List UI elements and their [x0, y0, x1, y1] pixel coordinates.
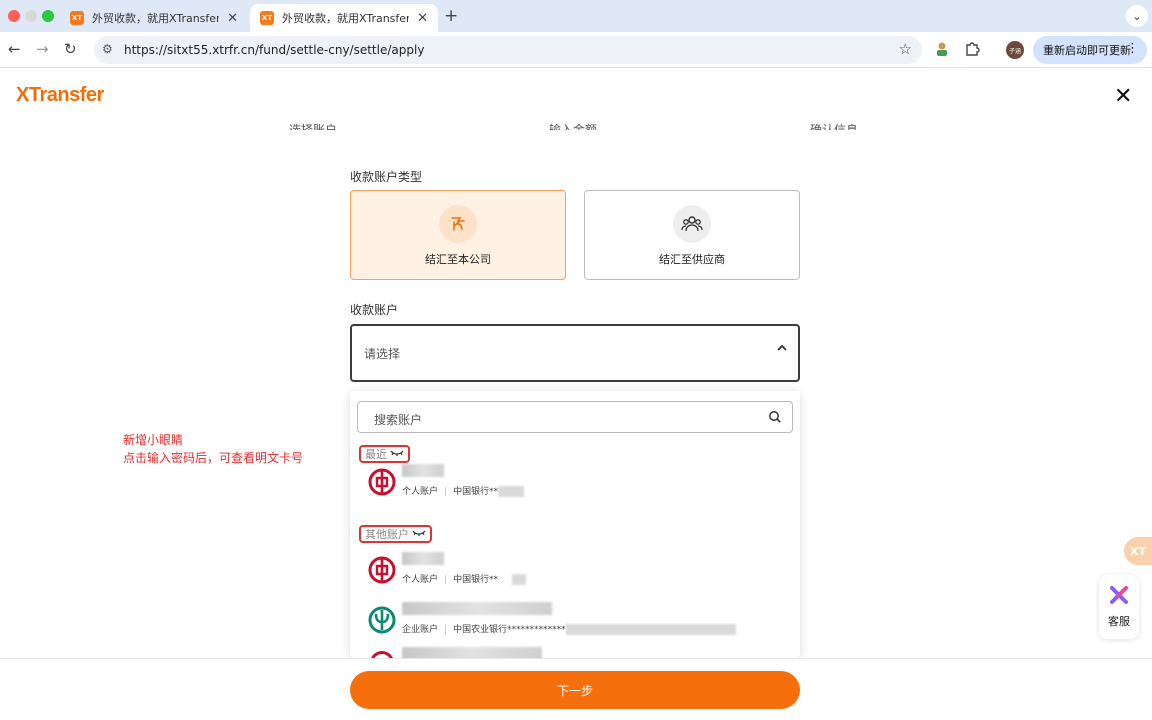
- account-select[interactable]: 请选择: [350, 324, 800, 382]
- account-label: 收款账户: [350, 303, 399, 317]
- account-type: 个人账户: [402, 487, 439, 497]
- window-close-dot[interactable]: [8, 10, 20, 22]
- xtransfer-logo[interactable]: XTransfer: [16, 84, 104, 107]
- customer-service-button[interactable]: 客服: [1099, 575, 1139, 639]
- next-step-button[interactable]: 下一步: [350, 671, 800, 709]
- profile-avatar[interactable]: 子涵: [1006, 41, 1024, 59]
- page-close-icon[interactable]: ✕: [1114, 84, 1132, 109]
- group-title-other: 其他账户: [359, 525, 432, 543]
- masked-card-tail: [498, 486, 525, 497]
- tab-title: 外贸收款，就用XTransfer！: [282, 12, 410, 25]
- window-minimize-dot[interactable]: [25, 10, 37, 22]
- masked-account-name: [402, 602, 552, 615]
- xt-favicon-icon: XT: [260, 11, 274, 25]
- annotation-line: 点击输入密码后，可查看明文卡号: [123, 451, 304, 465]
- account-bank: 中国银行**: [453, 575, 499, 585]
- bottom-action-bar: 下一步: [0, 658, 1152, 720]
- step-select-account: 选择账户: [289, 123, 338, 130]
- account-type-label: 收款账户类型: [350, 170, 423, 184]
- account-item[interactable]: 个人账户 | 中国银行**: [350, 462, 800, 506]
- group-title-text: 其他账户: [365, 528, 409, 541]
- window-zoom-dot[interactable]: [42, 10, 54, 22]
- xt-favicon-icon: XT: [70, 11, 84, 25]
- forward-arrow-icon[interactable]: →: [36, 40, 49, 58]
- account-type: 企业账户: [402, 625, 439, 635]
- relaunch-update-button[interactable]: 重新启动即可更新 ⋮: [1033, 36, 1147, 64]
- eye-closed-icon[interactable]: [412, 529, 426, 540]
- account-item[interactable]: 企业账户 | 中国农业银行*************: [350, 600, 800, 644]
- select-placeholder: 请选择: [364, 347, 401, 361]
- back-arrow-icon[interactable]: ←: [8, 40, 21, 58]
- company-icon: [439, 205, 477, 243]
- account-meta: 企业账户 | 中国农业银行*************: [402, 622, 736, 635]
- site-settings-icon[interactable]: ⚙: [102, 42, 113, 56]
- step-enter-amount: 输入金额: [549, 123, 598, 130]
- type-card-label: 结汇至本公司: [425, 253, 491, 266]
- type-card-label: 结汇至供应商: [659, 253, 725, 266]
- service-label: 客服: [1108, 615, 1130, 628]
- masked-card-tail: [512, 574, 527, 585]
- supplier-icon: [673, 205, 711, 243]
- xt-float-badge[interactable]: XT: [1124, 537, 1152, 565]
- boc-logo-icon: [368, 556, 396, 584]
- account-dropdown: 搜索账户 最近 个人账户 | 中国银行** 其他账户 个人账户 | 中国银行**…: [350, 391, 800, 658]
- masked-card-tail: [565, 624, 736, 635]
- step-confirm-info: 确认信息: [810, 123, 859, 130]
- feature-annotation: 新增小眼睛 点击输入密码后，可查看明文卡号: [123, 431, 303, 467]
- group-title-text: 最近: [365, 448, 387, 461]
- tab-title: 外贸收款，就用XTransfer！: [92, 12, 220, 25]
- browser-menu-icon[interactable]: ⋮: [1126, 41, 1139, 56]
- type-card-supplier[interactable]: 结汇至供应商: [584, 190, 800, 280]
- account-meta: 个人账户 | 中国银行**: [402, 572, 527, 585]
- account-bank: 中国银行**: [453, 487, 499, 497]
- account-item[interactable]: 个人账户 | 中国银行**: [350, 550, 800, 594]
- reload-icon[interactable]: ↻: [64, 40, 77, 58]
- chevron-up-icon[interactable]: [776, 342, 788, 358]
- search-icon[interactable]: [768, 409, 782, 428]
- account-type: 个人账户: [402, 575, 439, 585]
- masked-account-name: [402, 552, 444, 565]
- annotation-line: 新增小眼睛: [123, 433, 184, 447]
- account-item[interactable]: [350, 647, 800, 658]
- service-logo-icon: [1110, 586, 1128, 604]
- address-bar[interactable]: ⚙ https://sitxt55.xtrfr.cn/fund/settle-c…: [94, 36, 922, 64]
- tab-close-icon[interactable]: ✕: [417, 11, 428, 26]
- tab-search-chevron-icon[interactable]: ⌄: [1126, 5, 1148, 27]
- account-bank: 中国农业银行*************: [453, 625, 566, 635]
- type-card-own-company[interactable]: 结汇至本公司: [350, 190, 566, 280]
- browser-tab-1[interactable]: XT 外贸收款，就用XTransfer！ ✕: [60, 4, 248, 32]
- group-title-recent: 最近: [359, 445, 410, 463]
- browser-toolbar: ← → ↻ ⚙ https://sitxt55.xtrfr.cn/fund/se…: [0, 32, 1152, 68]
- browser-tab-2[interactable]: XT 外贸收款，就用XTransfer！ ✕: [250, 4, 438, 32]
- bookmark-star-icon[interactable]: ☆: [899, 40, 912, 58]
- eye-closed-icon[interactable]: [390, 449, 404, 460]
- account-search-input[interactable]: 搜索账户: [357, 401, 793, 433]
- browser-tab-bar: XT 外贸收款，就用XTransfer！ ✕ XT 外贸收款，就用XTransf…: [0, 0, 1152, 32]
- masked-account-name: [402, 464, 444, 477]
- boc-logo-icon: [368, 468, 396, 496]
- new-tab-icon[interactable]: +: [444, 6, 458, 26]
- search-placeholder: 搜索账户: [374, 413, 423, 427]
- update-label: 重新启动即可更新: [1043, 44, 1131, 57]
- tab-close-icon[interactable]: ✕: [227, 11, 238, 26]
- masked-account-name: [402, 647, 542, 658]
- extensions-puzzle-icon[interactable]: [964, 41, 980, 61]
- boc-logo-icon: [370, 651, 394, 658]
- extension-person-icon[interactable]: [934, 41, 950, 61]
- url-text: https://sitxt55.xtrfr.cn/fund/settle-cny…: [124, 43, 425, 57]
- abc-logo-icon: [368, 606, 396, 634]
- account-meta: 个人账户 | 中国银行**: [402, 484, 525, 497]
